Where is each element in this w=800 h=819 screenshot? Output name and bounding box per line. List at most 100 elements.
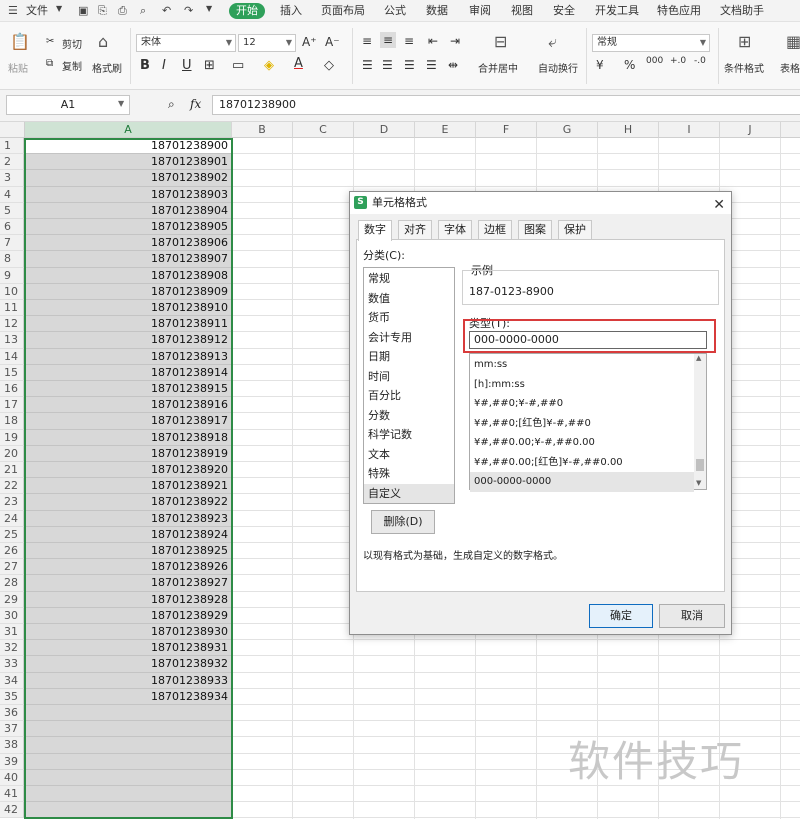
category-item[interactable]: 常规 [364,269,454,289]
row-header[interactable]: 24 [0,510,24,527]
cell-a17[interactable]: 18701238916 [25,397,231,414]
cancel-button[interactable]: 取消 [659,604,725,628]
row-header[interactable]: 7 [0,235,24,252]
tab-data[interactable]: 数据 [426,3,448,19]
row-header[interactable]: 10 [0,283,24,300]
category-item[interactable]: 文本 [364,445,454,465]
cell-a9[interactable]: 18701238908 [25,267,231,284]
merge-center-button[interactable]: 合并居中 [478,60,518,75]
row-header[interactable]: 12 [0,316,24,333]
font-color-icon[interactable]: A [294,56,303,71]
scroll-up-icon[interactable]: ▲ [696,354,701,362]
corner-cell[interactable] [0,122,25,138]
row-header[interactable]: 19 [0,429,24,446]
row-header[interactable]: 13 [0,332,24,349]
format-item[interactable]: [h]:mm:ss [470,375,694,395]
cell-a6[interactable]: 18701238905 [25,219,231,236]
category-item[interactable]: 货币 [364,308,454,328]
tab-alignment[interactable]: 对齐 [398,220,432,240]
row-header[interactable]: 42 [0,802,24,819]
cell-a22[interactable]: 18701238921 [25,478,231,495]
delete-button[interactable]: 删除(D) [371,510,435,534]
underline-icon[interactable]: U [182,58,192,73]
cell-a26[interactable]: 18701238925 [25,543,231,560]
tab-doc-assistant[interactable]: 文档助手 [720,3,764,19]
copy-icon[interactable]: ⧉ [46,58,53,69]
category-item[interactable]: 特殊 [364,464,454,484]
row-header[interactable]: 1 [0,138,24,155]
font-name-select[interactable]: 宋体 ▼ [136,34,236,52]
cell-a25[interactable]: 18701238924 [25,526,231,543]
tab-security[interactable]: 安全 [553,3,575,19]
row-header[interactable]: 34 [0,672,24,689]
table-style-icon[interactable]: ▦ [786,32,800,51]
cell-a24[interactable]: 18701238923 [25,510,231,527]
col-header-H[interactable]: H [598,122,659,138]
cell-a8[interactable]: 18701238907 [25,251,231,268]
increase-decimal-icon[interactable]: +.0 [670,56,686,66]
zoom-icon[interactable]: ⌕ [168,97,175,112]
cell-a12[interactable]: 18701238911 [25,316,231,333]
cell-a32[interactable]: 18701238931 [25,640,231,657]
row-header[interactable]: 5 [0,202,24,219]
align-center-icon[interactable]: ☰ [382,58,393,72]
category-item[interactable]: 自定义 [364,483,454,503]
row-header[interactable]: 40 [0,769,24,786]
print-icon[interactable]: ⎙ [118,4,127,18]
row-header[interactable]: 36 [0,705,24,722]
row-header[interactable]: 3 [0,170,24,187]
currency-icon[interactable]: ¥ [596,58,604,72]
row-header[interactable]: 41 [0,786,24,803]
row-header[interactable]: 20 [0,445,24,462]
row-header[interactable]: 30 [0,607,24,624]
row-header[interactable]: 37 [0,721,24,738]
format-painter-icon[interactable]: ⌂ [98,32,108,51]
row-header[interactable]: 31 [0,624,24,641]
cell-a11[interactable]: 18701238910 [25,300,231,317]
category-item[interactable]: 科学记数 [364,425,454,445]
fill-color-icon[interactable]: ◈ [264,58,274,73]
category-item[interactable]: 百分比 [364,386,454,406]
scroll-down-icon[interactable]: ▼ [696,479,701,487]
paste-button[interactable]: 粘贴 [8,60,28,75]
align-top-icon[interactable]: ≡ [362,34,372,48]
align-right-icon[interactable]: ☰ [404,58,415,72]
undo-icon[interactable]: ↶ [162,4,171,17]
row-header[interactable]: 17 [0,397,24,414]
cell-a28[interactable]: 18701238927 [25,575,231,592]
fill-style-icon[interactable]: ▭ [232,58,244,73]
name-box[interactable]: A1 [6,95,130,115]
row-header[interactable]: 23 [0,494,24,511]
wrap-text-button[interactable]: 自动换行 [538,60,578,75]
indent-decrease-icon[interactable]: ⇤ [428,34,438,48]
cell-a13[interactable]: 18701238912 [25,332,231,349]
cell-a29[interactable]: 18701238928 [25,591,231,608]
align-middle-icon[interactable]: ≡ [380,32,397,48]
cell-a27[interactable]: 18701238926 [25,559,231,576]
number-format-select[interactable]: 常规 ▼ [592,34,710,52]
row-header[interactable]: 11 [0,300,24,317]
cell-a23[interactable]: 18701238922 [25,494,231,511]
row-header[interactable]: 4 [0,186,24,203]
tab-border[interactable]: 边框 [478,220,512,240]
cut-icon[interactable]: ✂ [46,36,54,47]
cell-a2[interactable]: 18701238901 [25,154,231,171]
cell-a35[interactable]: 18701238934 [25,688,231,705]
cell-a39[interactable] [25,753,231,770]
tab-number[interactable]: 数字 [358,220,392,241]
cell-a4[interactable]: 18701238903 [25,186,231,203]
eraser-icon[interactable]: ◇ [324,58,334,73]
cell-a42[interactable] [25,802,231,819]
cell-a30[interactable]: 18701238929 [25,607,231,624]
conditional-format-button[interactable]: 条件格式 [724,60,764,75]
ok-button[interactable]: 确定 [589,604,653,628]
tab-review[interactable]: 审阅 [469,3,491,19]
col-header-C[interactable]: C [293,122,354,138]
col-header-F[interactable]: F [476,122,537,138]
category-item[interactable]: 时间 [364,367,454,387]
row-header[interactable]: 9 [0,267,24,284]
align-left-icon[interactable]: ☰ [362,58,373,72]
bold-icon[interactable]: B [140,58,150,73]
increase-font-icon[interactable]: A⁺ [302,35,317,49]
row-header[interactable]: 15 [0,364,24,381]
